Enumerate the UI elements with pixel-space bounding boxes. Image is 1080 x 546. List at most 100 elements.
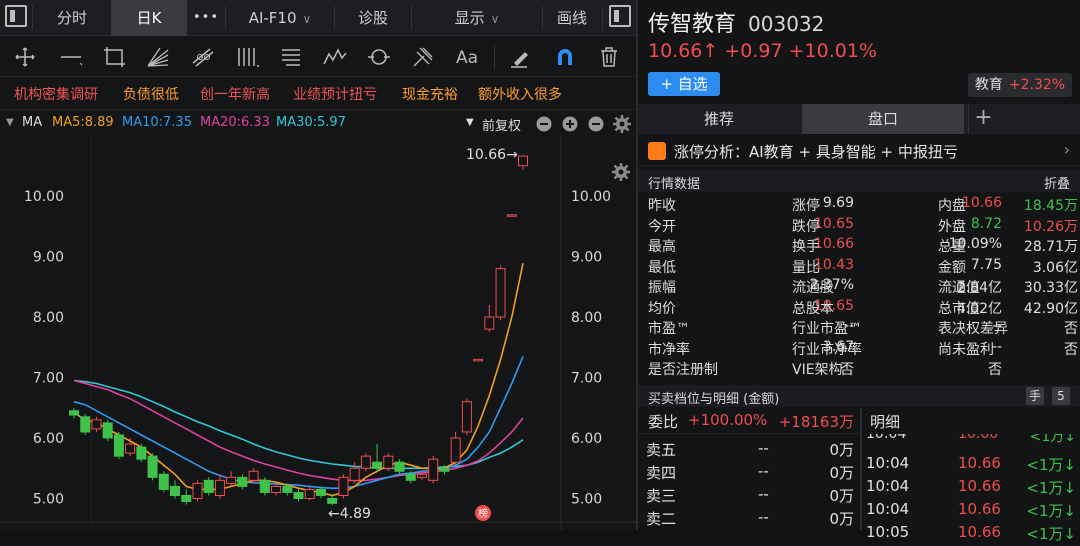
order-row[interactable]: 卖五 -- 0万 bbox=[638, 437, 860, 461]
tab-pankou[interactable]: 盘口 bbox=[802, 104, 964, 134]
tag-item[interactable]: 业绩预计扭亏 bbox=[293, 84, 377, 104]
minus-icon[interactable] bbox=[536, 116, 552, 132]
order-price: -- bbox=[758, 439, 769, 457]
ma-legend: ▼ MA MA5:8.89 MA10:7.35 MA20:6.33 MA30:5… bbox=[0, 112, 636, 134]
tab-fenshi[interactable]: 分时 bbox=[34, 0, 110, 36]
quote-label: 外盘 bbox=[938, 218, 966, 235]
y-tick-label: 6.00 bbox=[33, 431, 64, 447]
tag-item[interactable]: 负债很低 bbox=[123, 84, 179, 104]
quote-label: 涨停 bbox=[792, 198, 820, 214]
panel-toggle-icon bbox=[609, 5, 631, 27]
quote-value: 否 bbox=[1064, 321, 1078, 337]
crop-tool-icon[interactable] bbox=[102, 45, 128, 69]
line-tool-icon[interactable] bbox=[58, 45, 84, 69]
candle-body bbox=[80, 416, 91, 433]
price-change: 10.66↑ +0.97 +10.01% bbox=[648, 40, 877, 62]
kline-chart[interactable]: 10.00 10.00 9.00 9.00 8.00 8.00 7.00 7.00 6.00 6.… bbox=[0, 136, 636, 530]
trash-icon[interactable] bbox=[596, 45, 622, 69]
plus-icon[interactable] bbox=[562, 116, 578, 132]
tag-item[interactable]: 额外收入很多 bbox=[478, 84, 562, 104]
fan-tool-icon[interactable] bbox=[145, 45, 171, 69]
trade-detail-header: 明细 bbox=[862, 408, 1080, 434]
weibi-label: 委比 bbox=[648, 413, 679, 431]
tab-rik[interactable]: 日K bbox=[111, 0, 187, 36]
limit-up-analysis[interactable]: 涨停分析：AI教育 + 具身智能 + 中报扭亏 › bbox=[638, 136, 1080, 166]
section-title: 行情数据 bbox=[648, 177, 701, 192]
order-level: 卖二 bbox=[646, 510, 677, 528]
hand-toggle[interactable]: 手 bbox=[1026, 387, 1044, 405]
stock-header: 传智教育 003032 bbox=[648, 6, 824, 38]
display-label: 显示 bbox=[454, 9, 485, 27]
tab-zhengu[interactable]: 诊股 bbox=[335, 0, 411, 36]
quote-value: 18.45万 bbox=[1023, 198, 1078, 214]
order-row[interactable]: 卖四 -- 0万 bbox=[638, 460, 860, 484]
tag-item[interactable]: 现金充裕 bbox=[402, 84, 458, 104]
candle-body bbox=[473, 358, 484, 362]
gear-icon[interactable] bbox=[613, 115, 631, 133]
collapse-icon[interactable]: ▼ bbox=[6, 117, 14, 128]
quote-value: 10.66 bbox=[961, 195, 1002, 211]
quote-label: 流通股 bbox=[792, 280, 834, 296]
magnet-icon[interactable] bbox=[552, 45, 578, 69]
trade-row: 10:04 10.66 <1万↓ bbox=[862, 453, 1080, 477]
candle-body bbox=[271, 485, 282, 493]
panel-toggle-right[interactable] bbox=[604, 0, 636, 36]
trade-time: 10:04 bbox=[866, 500, 910, 518]
order-price: -- bbox=[758, 462, 769, 480]
fold-button[interactable]: 折叠 bbox=[1044, 173, 1070, 192]
quote-row: 昨收 9.69 涨停 10.66 内盘 18.45万 bbox=[638, 194, 1080, 215]
pitchfork-tool-icon[interactable] bbox=[410, 45, 436, 69]
add-tab-icon[interactable]: + bbox=[968, 104, 998, 134]
candle-body bbox=[113, 434, 124, 457]
candle-body bbox=[147, 455, 158, 478]
channel-tool-icon[interactable] bbox=[190, 45, 216, 69]
text-tool-icon[interactable]: Aa bbox=[454, 45, 480, 69]
y-tick-label: 9.00 bbox=[33, 250, 64, 266]
horizontal-lines-icon[interactable] bbox=[278, 45, 304, 69]
quote-label: 振幅 bbox=[648, 280, 676, 296]
candle-body bbox=[304, 488, 315, 499]
tag-item[interactable]: 机构密集调研 bbox=[14, 84, 98, 104]
ma10-value: MA10:7.35 bbox=[122, 115, 192, 130]
quote-row: 市盈™ -- 行业市盈™ -- 表决权差异否 bbox=[638, 317, 1080, 338]
display-dropdown[interactable]: 显示 ∨ bbox=[412, 0, 542, 36]
minus-icon[interactable] bbox=[588, 116, 604, 132]
quote-label: VIE架构 bbox=[792, 362, 843, 378]
eraser-icon[interactable] bbox=[507, 45, 533, 69]
panel-toggle[interactable] bbox=[0, 0, 32, 36]
draw-line-button[interactable]: 画线 bbox=[543, 0, 601, 36]
order-row[interactable]: 卖三 -- 0万 bbox=[638, 483, 860, 507]
quote-label: 总量 bbox=[938, 239, 966, 255]
quote-panel: 传智教育 003032 10.66↑ +0.97 +10.01% + 自选 教育 +… bbox=[638, 0, 1080, 543]
order-volume: 0万 bbox=[829, 487, 854, 505]
candle-body bbox=[383, 455, 394, 469]
fuquan-label[interactable]: 前复权 bbox=[482, 115, 521, 134]
sector-change: +2.32% bbox=[1008, 77, 1066, 93]
candle-body bbox=[394, 461, 405, 472]
quote-value: 否 bbox=[1064, 341, 1078, 358]
fuquan-chevron-icon[interactable]: ▼ bbox=[466, 117, 474, 128]
cycle-tool-icon[interactable] bbox=[366, 45, 392, 69]
concept-tags: 机构密集调研 负债很低 创一年新高 业绩预计扭亏 现金充裕 额外收入很多 bbox=[0, 78, 636, 181]
tab-tuijian[interactable]: 推荐 bbox=[638, 104, 800, 134]
order-row[interactable]: 卖二 -- 0万 bbox=[638, 506, 860, 530]
quote-section-header: 行情数据 折叠 bbox=[638, 170, 1080, 192]
sector-badge[interactable]: 教育 +2.32% bbox=[968, 73, 1072, 97]
wave-tool-icon[interactable] bbox=[322, 45, 348, 69]
vertical-lines-icon[interactable] bbox=[235, 45, 261, 69]
candle-body bbox=[293, 491, 304, 500]
quote-label: 内盘 bbox=[938, 198, 966, 214]
quote-value: 28.71万 bbox=[1023, 239, 1078, 255]
trade-row: 10:05 10.66 <1万↓ bbox=[862, 522, 1080, 546]
more-icon[interactable]: ••• bbox=[187, 0, 225, 36]
quote-label: 金额 bbox=[938, 259, 966, 276]
crosshair-icon[interactable] bbox=[12, 45, 38, 69]
tag-item[interactable]: 创一年新高 bbox=[200, 84, 270, 104]
fire-icon bbox=[648, 142, 666, 160]
depth-toggle[interactable]: 5 bbox=[1052, 387, 1070, 405]
quote-row: 最低 10.43 量比 7.75 金额 3.06亿 bbox=[638, 256, 1080, 277]
add-watchlist-button[interactable]: + 自选 bbox=[648, 72, 720, 96]
tab-aif10[interactable]: AI-F10 ∨ bbox=[226, 0, 334, 36]
mingxi-label[interactable]: 明细 bbox=[870, 411, 900, 432]
quote-label: 尚未盈利 bbox=[938, 341, 994, 358]
